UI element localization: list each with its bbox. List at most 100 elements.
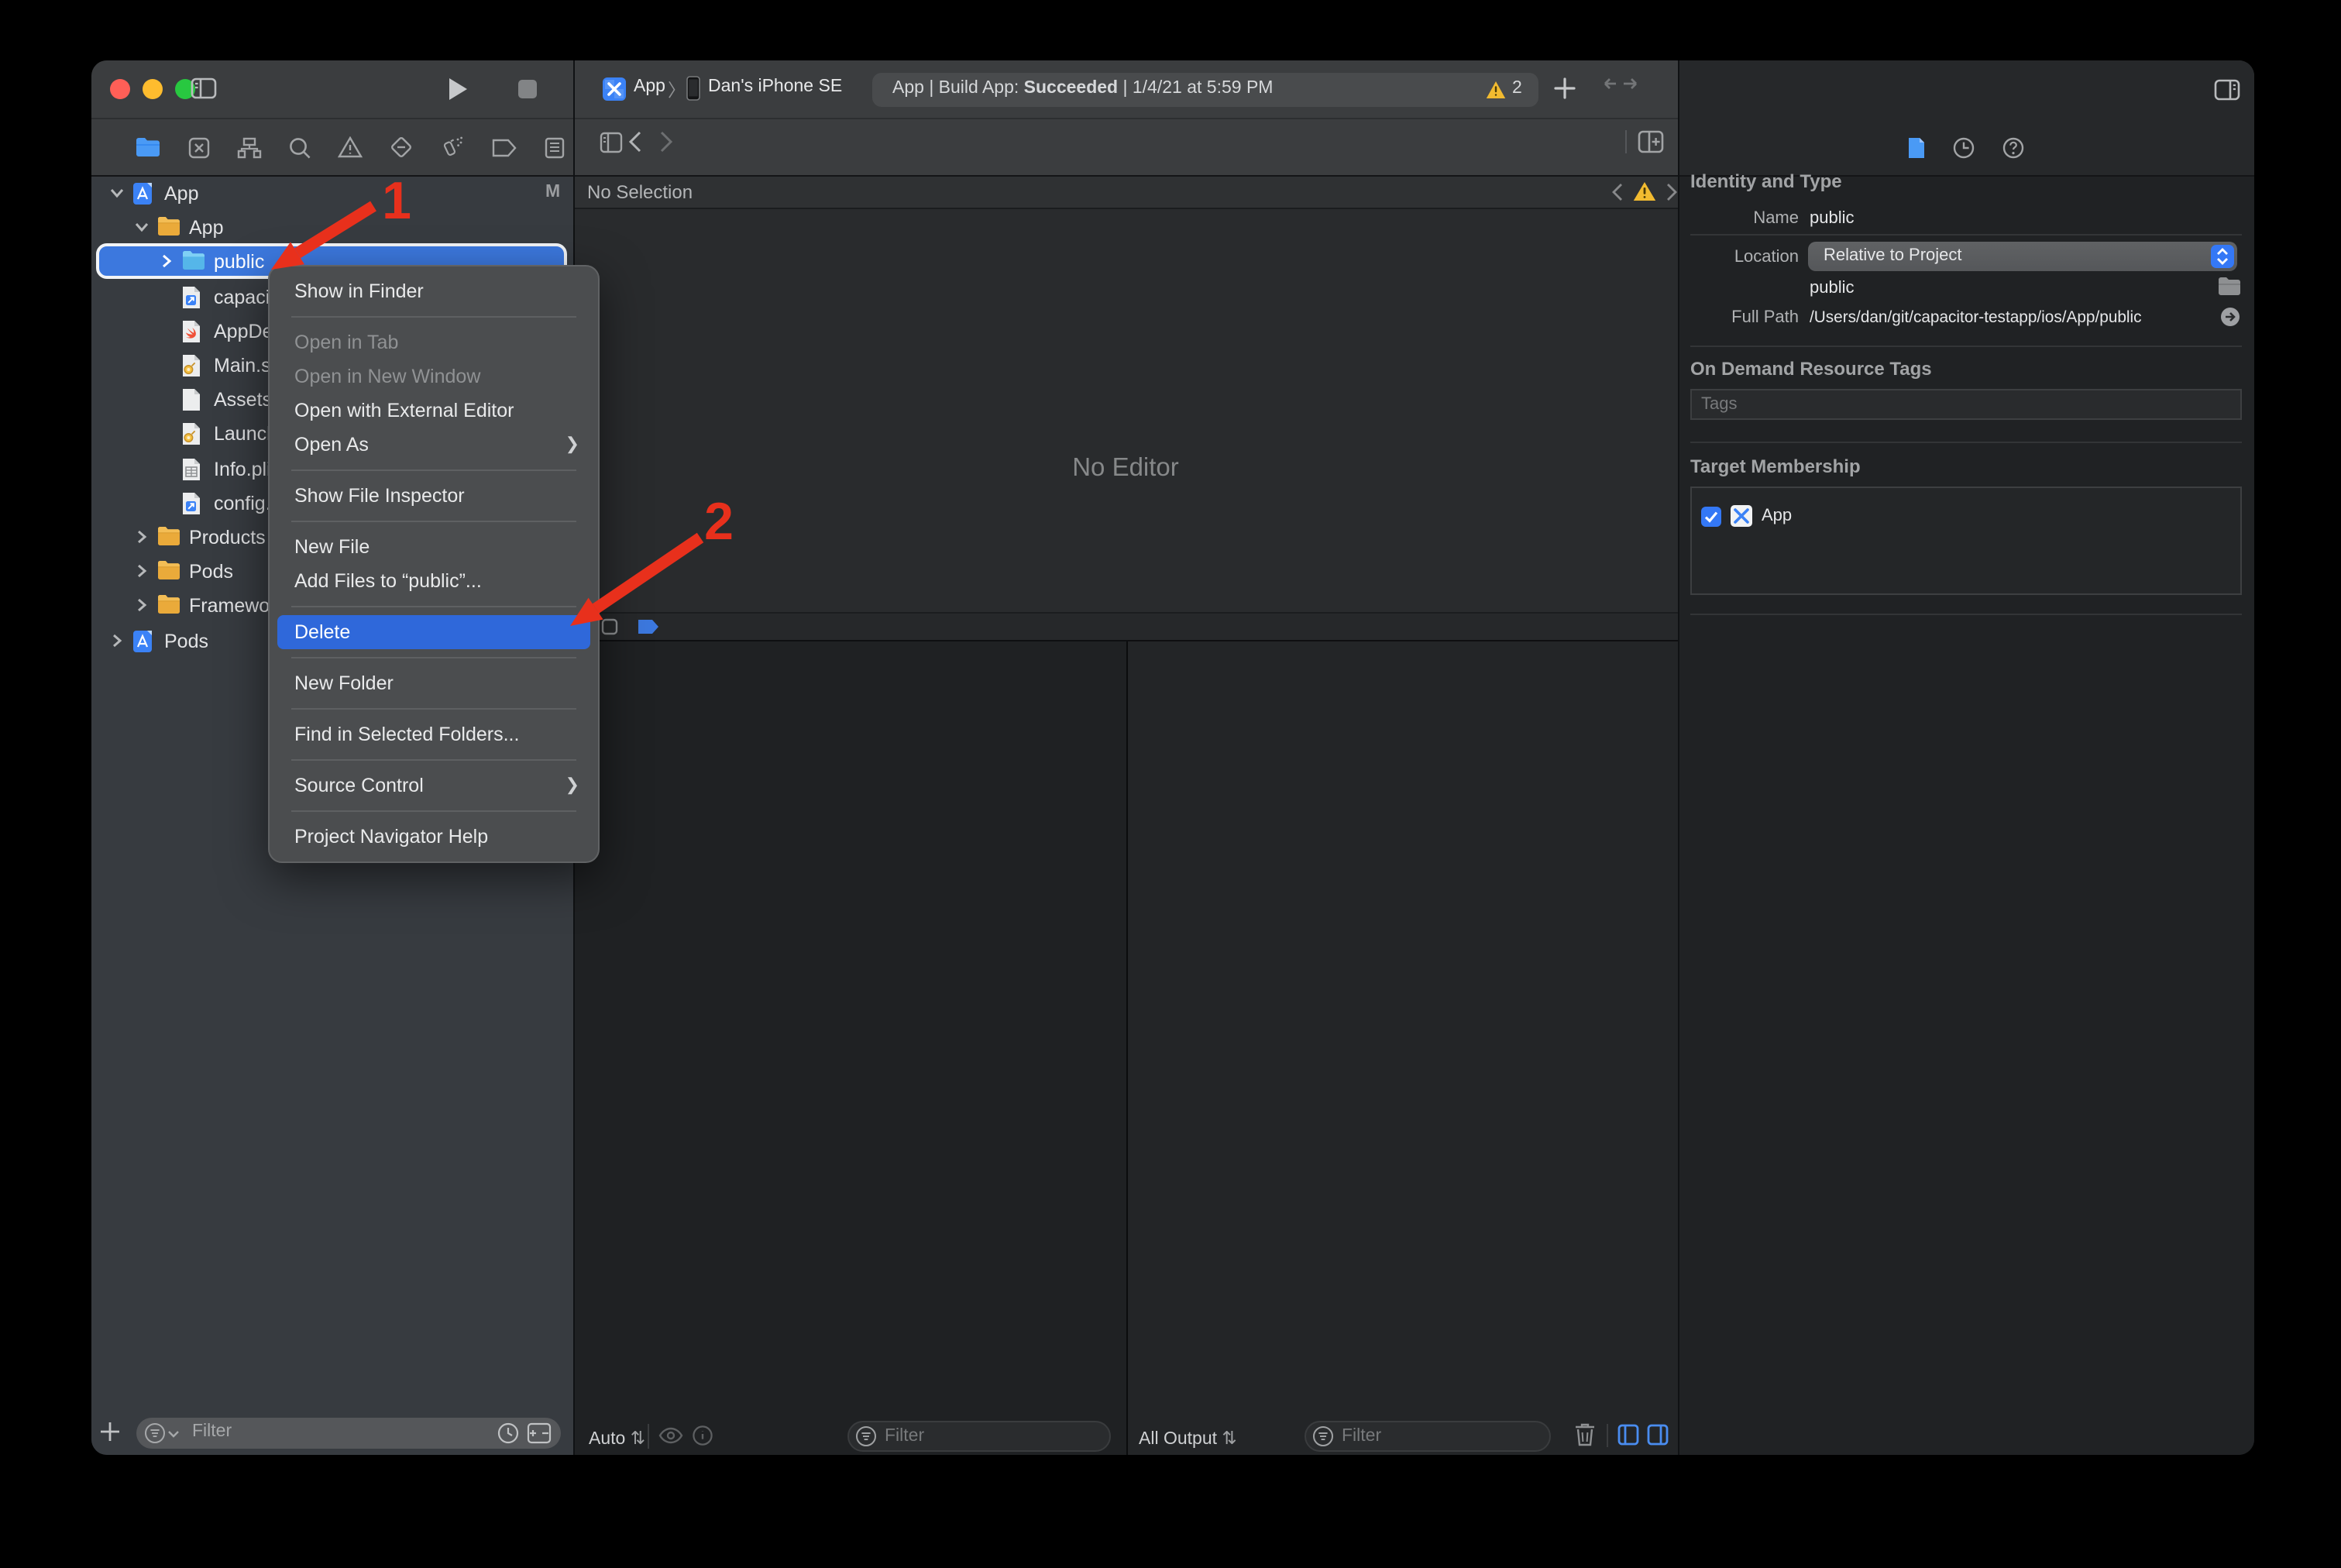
- membership-row[interactable]: App: [1692, 488, 2240, 535]
- menu-item-new-folder[interactable]: New Folder: [270, 666, 598, 700]
- issue-forward-icon[interactable]: [1666, 183, 1678, 201]
- menu-item-add-files-to-public[interactable]: Add Files to “public”...: [270, 564, 598, 598]
- library-plus-icon[interactable]: [1554, 77, 1576, 99]
- toggle-inspectors-icon[interactable]: [2214, 77, 2240, 102]
- recent-files-clock-icon[interactable]: [497, 1422, 519, 1444]
- menu-item-label: Show File Inspector: [294, 485, 465, 507]
- menu-separator: [291, 521, 576, 522]
- navigator-bar: [135, 130, 565, 164]
- tab-quick-help-inspector[interactable]: [2002, 136, 2025, 159]
- choose-folder-icon[interactable]: [2217, 276, 2242, 296]
- menu-item-show-file-inspector[interactable]: Show File Inspector: [270, 479, 598, 513]
- disclosure-right-icon[interactable]: [133, 597, 152, 616]
- menu-item-project-navigator-help[interactable]: Project Navigator Help: [270, 820, 598, 854]
- toggle-navigator-icon[interactable]: [191, 76, 217, 101]
- menu-item-find-in-selected-folders[interactable]: Find in Selected Folders...: [270, 717, 598, 751]
- run-button[interactable]: [448, 77, 468, 101]
- navigator-filter-field[interactable]: Filter: [136, 1418, 561, 1449]
- test-navigator-icon[interactable]: [389, 135, 414, 160]
- menu-item-delete[interactable]: Delete: [277, 615, 590, 649]
- disclosure-down-icon[interactable]: [108, 184, 127, 203]
- show-console-panel-icon[interactable]: [1647, 1424, 1669, 1446]
- memory-graph-info-icon[interactable]: [693, 1425, 713, 1446]
- activity-view[interactable]: App | Build App: Succeeded | 1/4/21 at 5…: [872, 73, 1538, 107]
- tree-row-label: Products: [189, 527, 266, 548]
- membership-header: Target Membership: [1690, 456, 1861, 477]
- inspector-divider[interactable]: [1678, 60, 1679, 1455]
- add-file-plus-icon[interactable]: [101, 1422, 119, 1441]
- source-control-navigator-icon[interactable]: [187, 136, 211, 159]
- jump-bar[interactable]: No Selection: [573, 177, 1678, 209]
- show-variables-panel-icon[interactable]: [1617, 1424, 1639, 1446]
- popup-stepper-icon: [2211, 245, 2234, 268]
- membership-box: App: [1690, 487, 2242, 595]
- debug-navigator-icon[interactable]: [440, 135, 465, 160]
- tree-row-app[interactable]: App: [91, 211, 573, 245]
- membership-checkbox[interactable]: [1701, 506, 1721, 526]
- console-scope-popup[interactable]: All Output ⇅: [1139, 1427, 1237, 1449]
- name-value[interactable]: public: [1810, 209, 1855, 228]
- doc-plist-icon: [181, 456, 206, 481]
- add-editor-icon[interactable]: [1638, 130, 1664, 153]
- disclosure-right-icon[interactable]: [133, 562, 152, 581]
- scheme-target-label[interactable]: App: [634, 77, 665, 96]
- location-subvalue: public: [1810, 279, 1855, 297]
- console-filter-field[interactable]: Filter: [1305, 1421, 1551, 1452]
- folder-cyan-icon: [181, 250, 206, 275]
- breakpoints-toggle-icon[interactable]: [637, 618, 660, 635]
- fullpath-value: /Users/dan/git/capacitor-testapp/ios/App…: [1810, 309, 2142, 326]
- back-icon[interactable]: [627, 130, 643, 153]
- location-label: Location: [1690, 248, 1799, 266]
- close-window-button[interactable]: [110, 79, 130, 99]
- clear-console-trash-icon[interactable]: [1574, 1422, 1596, 1447]
- tags-field[interactable]: Tags: [1690, 389, 2242, 420]
- scheme-target-icon[interactable]: [603, 77, 626, 101]
- open-fullpath-arrow-icon[interactable]: [2220, 307, 2240, 327]
- filter-icon[interactable]: [144, 1422, 184, 1444]
- symbol-navigator-icon[interactable]: [237, 136, 262, 159]
- view-hierarchy-eye-icon[interactable]: [658, 1427, 683, 1444]
- tab-file-inspector[interactable]: [1907, 136, 1926, 159]
- menu-item-new-file[interactable]: New File: [270, 530, 598, 564]
- forward-icon[interactable]: [658, 130, 674, 153]
- project-navigator-icon[interactable]: [135, 136, 161, 158]
- menu-item-show-in-finder[interactable]: Show in Finder: [270, 274, 598, 308]
- source-control-status-filter-icon[interactable]: [527, 1422, 552, 1444]
- issue-back-icon[interactable]: [1611, 183, 1624, 201]
- disclosure-right-icon[interactable]: [108, 631, 127, 650]
- code-review-icon[interactable]: [1604, 77, 1638, 99]
- breakpoint-navigator-icon[interactable]: [491, 137, 517, 157]
- submenu-chevron-icon: ❯: [565, 428, 579, 462]
- menu-item-label: Add Files to “public”...: [294, 570, 482, 592]
- disclosure-down-icon[interactable]: [133, 218, 152, 237]
- issue-navigator-icon[interactable]: [338, 136, 363, 158]
- variables-scope-popup[interactable]: Auto ⇅: [589, 1427, 645, 1449]
- tab-history-inspector[interactable]: [1952, 136, 1975, 159]
- debug-deactivate-icon[interactable]: [601, 618, 618, 635]
- menu-item-label: Open with External Editor: [294, 400, 514, 421]
- warning-badge-icon[interactable]: [1486, 81, 1506, 99]
- divider: [1690, 442, 2242, 443]
- disclosure-right-icon[interactable]: [158, 253, 177, 272]
- menu-item-open-in-new-window[interactable]: Open in New Window: [270, 359, 598, 394]
- divider: [1690, 614, 2242, 615]
- menu-item-open-with-external-editor[interactable]: Open with External Editor: [270, 394, 598, 428]
- menu-separator: [291, 657, 576, 658]
- menu-item-open-as[interactable]: Open As❯: [270, 428, 598, 462]
- menu-item-label: Open in New Window: [294, 366, 480, 387]
- menu-item-source-control[interactable]: Source Control❯: [270, 769, 598, 803]
- location-popup[interactable]: Relative to Project: [1808, 242, 2237, 271]
- variables-filter-field[interactable]: Filter: [847, 1421, 1111, 1452]
- issue-warning-icon[interactable]: [1633, 181, 1656, 201]
- disclosure-right-icon[interactable]: [133, 528, 152, 547]
- tree-row-app[interactable]: AppM: [91, 177, 573, 211]
- find-navigator-icon[interactable]: [288, 136, 311, 159]
- editor-layout-icon[interactable]: [600, 132, 623, 153]
- warning-count[interactable]: 2: [1512, 79, 1522, 98]
- menu-item-open-in-tab[interactable]: Open in Tab: [270, 325, 598, 359]
- stop-button[interactable]: [517, 79, 538, 99]
- minimize-window-button[interactable]: [143, 79, 163, 99]
- report-navigator-icon[interactable]: [544, 136, 565, 159]
- target-app-icon: [1731, 505, 1752, 527]
- run-destination-label[interactable]: Dan's iPhone SE: [708, 77, 842, 96]
